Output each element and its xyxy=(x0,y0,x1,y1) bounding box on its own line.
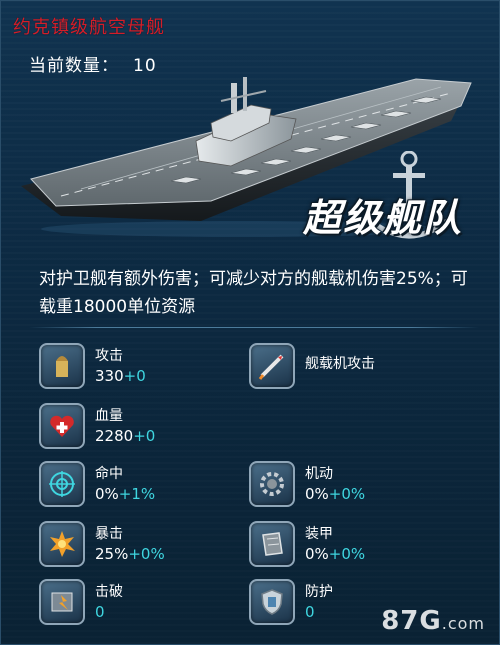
logo-text: 超级舰队 xyxy=(303,196,464,240)
armor-icon xyxy=(249,521,295,567)
stat-bonus: +0 xyxy=(123,367,146,385)
stat-value: 2280+0 xyxy=(95,427,155,445)
stat-base: 0% xyxy=(305,545,329,563)
stat-base: 2280 xyxy=(95,427,134,445)
target-icon xyxy=(39,461,85,507)
stat-value: 330+0 xyxy=(95,367,146,385)
missile-icon xyxy=(249,343,295,389)
stat-bonus: +0% xyxy=(328,485,366,503)
explosion-icon xyxy=(39,521,85,567)
stat-base: 330 xyxy=(95,367,124,385)
stat-name: 防护 xyxy=(305,584,333,600)
stat-name: 攻击 xyxy=(95,348,123,364)
stat-bonus: +0% xyxy=(328,545,366,563)
bullet-icon xyxy=(39,343,85,389)
watermark-suffix: .com xyxy=(441,614,485,633)
ship-description: 对护卫舰有额外伤害；可减少对方的舰载机伤害25%；可载重18000单位资源 xyxy=(39,269,468,317)
stat-value: 0 xyxy=(95,603,105,621)
ship-title: 约克镇级航空母舰 xyxy=(13,17,165,38)
shield-icon xyxy=(249,579,295,625)
gear-icon xyxy=(249,461,295,507)
stat-name: 机动 xyxy=(305,466,333,482)
stat-value: 0 xyxy=(305,603,315,621)
stat-base: 0% xyxy=(305,485,329,503)
stat-bonus: +0 xyxy=(133,427,156,445)
stat-value: 0%+1% xyxy=(95,485,155,503)
stat-value: 25%+0% xyxy=(95,545,165,563)
break-icon xyxy=(39,579,85,625)
stat-base: 0 xyxy=(305,603,315,621)
stat-name: 舰载机攻击 xyxy=(305,356,375,372)
stat-value: 0%+0% xyxy=(305,485,365,503)
stat-name: 血量 xyxy=(95,408,123,424)
stat-name: 装甲 xyxy=(305,526,333,542)
stat-base: 0% xyxy=(95,485,119,503)
super-fleet-logo: 超级舰队 xyxy=(301,151,491,251)
divider xyxy=(29,327,479,328)
stat-base: 25% xyxy=(95,545,129,563)
watermark: 87G.com xyxy=(381,606,485,636)
heart-icon xyxy=(39,403,85,449)
watermark-main: 87G xyxy=(381,606,442,636)
stat-bonus: +0% xyxy=(128,545,165,563)
stat-value: 0%+0% xyxy=(305,545,365,563)
stat-bonus: +1% xyxy=(118,485,156,503)
ship-info-panel: 约克镇级航空母舰 当前数量： 10 超级舰队 对护卫舰有额外伤害；可减少对方的舰… xyxy=(0,0,500,645)
stat-name: 暴击 xyxy=(95,526,123,542)
stat-base: 0 xyxy=(95,603,105,621)
stat-name: 命中 xyxy=(95,466,123,482)
stat-name: 击破 xyxy=(95,584,123,600)
